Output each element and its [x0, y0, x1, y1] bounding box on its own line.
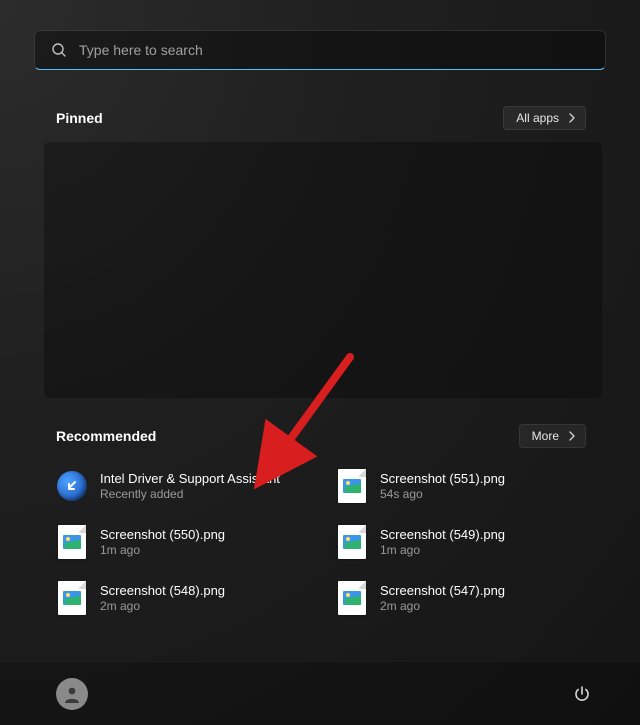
recommended-item-title: Screenshot (547).png [380, 583, 505, 598]
recommended-item-title: Screenshot (551).png [380, 471, 505, 486]
file-icon [336, 470, 368, 502]
power-icon [573, 685, 591, 703]
user-avatar-button[interactable] [56, 678, 88, 710]
image-thumbnail-icon [343, 479, 361, 493]
more-label: More [532, 429, 559, 443]
image-thumbnail-icon [343, 591, 361, 605]
chevron-right-icon [567, 113, 577, 123]
recommended-item[interactable]: Screenshot (550).png 1m ago [56, 524, 316, 560]
pinned-title: Pinned [56, 110, 103, 126]
user-icon [62, 684, 82, 704]
recommended-item-subtitle: Recently added [100, 487, 280, 501]
recommended-header: Recommended More [34, 424, 606, 448]
recommended-item[interactable]: Intel Driver & Support Assistant Recentl… [56, 468, 316, 504]
chevron-right-icon [567, 431, 577, 441]
recommended-item[interactable]: Screenshot (549).png 1m ago [336, 524, 596, 560]
recommended-item[interactable]: Screenshot (551).png 54s ago [336, 468, 596, 504]
recommended-item-title: Screenshot (548).png [100, 583, 225, 598]
pinned-header: Pinned All apps [34, 106, 606, 130]
image-thumbnail-icon [63, 591, 81, 605]
all-apps-label: All apps [516, 111, 559, 125]
recommended-item-subtitle: 1m ago [380, 543, 505, 557]
file-icon [56, 526, 88, 558]
recommended-item[interactable]: Screenshot (548).png 2m ago [56, 580, 316, 616]
recommended-item-title: Intel Driver & Support Assistant [100, 471, 280, 486]
image-thumbnail-icon [63, 535, 81, 549]
recommended-item-title: Screenshot (549).png [380, 527, 505, 542]
image-thumbnail-icon [343, 535, 361, 549]
recommended-item-subtitle: 2m ago [100, 599, 225, 613]
app-icon [56, 470, 88, 502]
recommended-item-subtitle: 1m ago [100, 543, 225, 557]
file-icon [56, 582, 88, 614]
file-icon [336, 582, 368, 614]
power-button[interactable] [564, 676, 600, 712]
pinned-apps-area[interactable] [44, 142, 602, 398]
intel-icon [57, 471, 87, 501]
more-button[interactable]: More [519, 424, 586, 448]
recommended-item-subtitle: 54s ago [380, 487, 505, 501]
search-icon [51, 42, 67, 58]
file-icon [336, 526, 368, 558]
recommended-title: Recommended [56, 428, 156, 444]
recommended-item-subtitle: 2m ago [380, 599, 505, 613]
search-input[interactable] [79, 42, 589, 58]
all-apps-button[interactable]: All apps [503, 106, 586, 130]
recommended-item-title: Screenshot (550).png [100, 527, 225, 542]
recommended-item[interactable]: Screenshot (547).png 2m ago [336, 580, 596, 616]
recommended-grid: Intel Driver & Support Assistant Recentl… [34, 460, 606, 616]
start-footer [0, 661, 640, 725]
search-box[interactable] [34, 30, 606, 70]
